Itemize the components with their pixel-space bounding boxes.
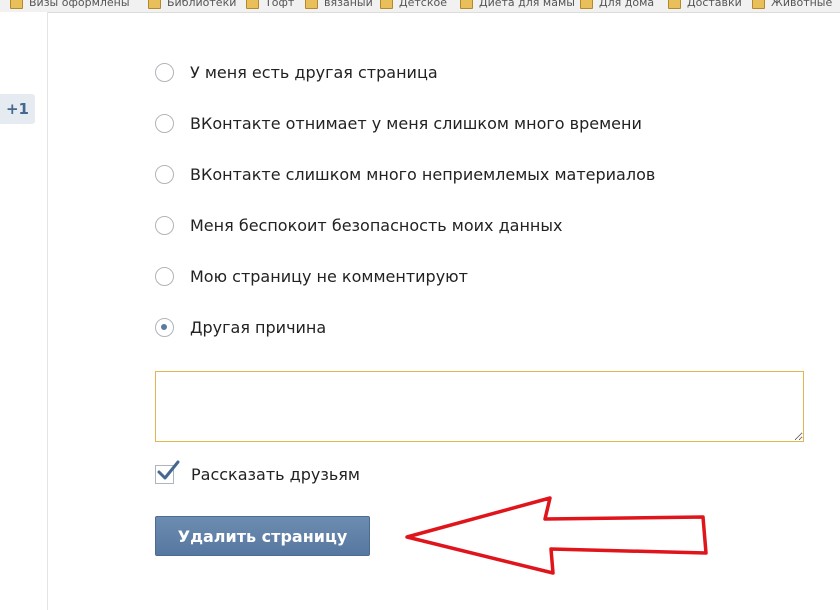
reason-label: У меня есть другая страница — [190, 62, 438, 82]
counter-badge[interactable]: +1 — [0, 94, 35, 124]
bookmark-label: Тофт — [265, 0, 295, 9]
folder-icon — [380, 0, 393, 9]
bookmark-label: Визы оформлены — [29, 0, 130, 9]
bookmark-item[interactable]: Детское — [380, 0, 447, 9]
other-reason-textarea[interactable] — [155, 371, 804, 442]
folder-icon — [246, 0, 259, 9]
bookmark-label: Диета для мамы — [479, 0, 575, 9]
bookmarks-bar: Визы оформлены Библиотеки Тофт вязаный Д… — [0, 0, 840, 13]
radio-icon[interactable] — [155, 164, 174, 184]
checkbox-box[interactable] — [155, 460, 180, 484]
radio-icon[interactable] — [155, 113, 174, 133]
bookmark-item[interactable]: Тофт — [246, 0, 294, 9]
check-icon — [157, 460, 180, 479]
bookmark-item[interactable]: Библиотеки — [148, 0, 236, 9]
bookmark-label: Детское — [399, 0, 447, 9]
reason-option-selected[interactable]: Другая причина — [155, 313, 715, 341]
folder-icon — [668, 0, 681, 9]
radio-icon[interactable] — [155, 215, 174, 235]
bookmark-item[interactable]: Доставки — [668, 0, 742, 9]
radio-icon[interactable] — [155, 266, 174, 286]
tell-friends-checkbox[interactable]: Рассказать друзьям — [155, 460, 360, 487]
delete-page-button[interactable]: Удалить страницу — [155, 516, 370, 556]
reason-label: ВКонтакте отнимает у меня слишком много … — [190, 113, 642, 133]
folder-icon — [305, 0, 318, 9]
reason-option[interactable]: Мою страницу не комментируют — [155, 262, 715, 290]
radio-icon[interactable] — [155, 62, 174, 82]
reason-label: Меня беспокоит безопасность моих данных — [190, 215, 563, 235]
tell-friends-label: Рассказать друзьям — [191, 464, 360, 484]
reason-option[interactable]: ВКонтакте отнимает у меня слишком много … — [155, 109, 715, 137]
bookmark-label: Библиотеки — [167, 0, 237, 9]
bookmark-item[interactable]: вязаный — [305, 0, 373, 9]
reason-label: Мою страницу не комментируют — [190, 266, 468, 286]
left-sidebar: +1 — [0, 12, 48, 610]
radio-icon[interactable] — [155, 317, 174, 337]
reason-label: Другая причина — [190, 317, 327, 337]
bookmark-item[interactable]: Диета для мамы — [460, 0, 575, 9]
bookmark-item[interactable]: Визы оформлены — [10, 0, 130, 9]
folder-icon — [460, 0, 473, 9]
reason-option[interactable]: Меня беспокоит безопасность моих данных — [155, 211, 715, 239]
folder-icon — [148, 0, 161, 9]
bookmark-item[interactable]: Для дома — [580, 0, 654, 9]
reason-option[interactable]: ВКонтакте слишком много неприемлемых мат… — [155, 160, 715, 188]
folder-icon — [752, 0, 765, 9]
red-arrow-annotation — [405, 496, 708, 575]
folder-icon — [580, 0, 593, 9]
reason-label: ВКонтакте слишком много неприемлемых мат… — [190, 164, 656, 184]
folder-icon — [10, 0, 23, 9]
bookmark-label: Доставки — [687, 0, 742, 9]
bookmark-label: Животные — [771, 0, 833, 9]
reason-option[interactable]: У меня есть другая страница — [155, 58, 715, 86]
bookmark-label: вязаный — [324, 0, 373, 9]
bookmark-label: Для дома — [599, 0, 655, 9]
bookmark-item[interactable]: Животные — [752, 0, 832, 9]
